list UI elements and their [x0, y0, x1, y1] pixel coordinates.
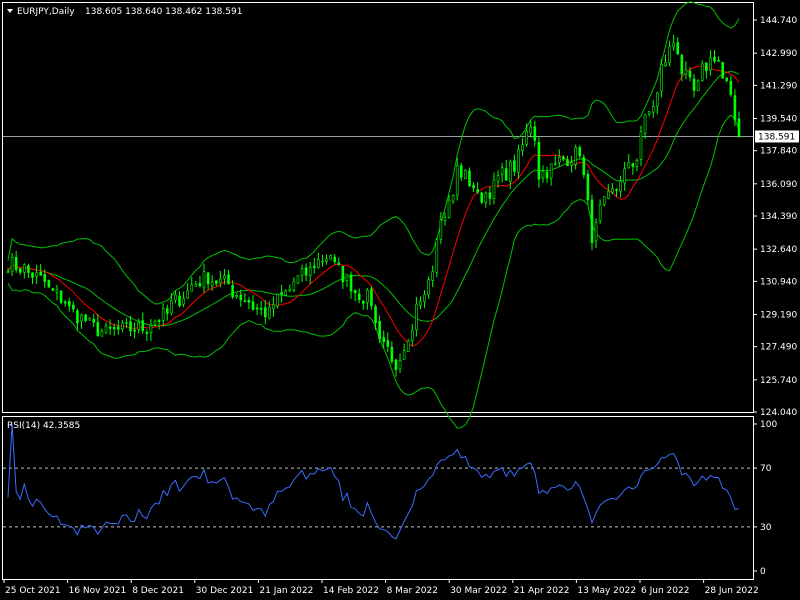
price-tick-label: 132.640: [760, 245, 797, 255]
candle: [721, 61, 724, 79]
rsi-panel-frame: [2, 416, 754, 580]
current-price-label: 138.591: [758, 132, 795, 142]
time-tick-label: 25 Oct 2021: [5, 586, 61, 596]
time-tick-label: 28 Jun 2022: [705, 586, 759, 596]
time-tick-label: 13 May 2022: [577, 586, 636, 596]
price-tick-label: 129.190: [760, 310, 797, 320]
rsi-tick-label: 100: [760, 420, 777, 430]
price-tick-label: 141.290: [760, 81, 797, 91]
time-tick-label: 6 Jun 2022: [641, 586, 689, 596]
ohlc-readout: 138.605 138.640 138.462 138.591: [85, 7, 242, 17]
time-tick-label: 30 Dec 2021: [196, 586, 254, 596]
main-panel-frame: [2, 2, 754, 413]
candle: [47, 279, 51, 289]
candle: [582, 154, 586, 179]
price-tick-label: 139.540: [760, 115, 797, 125]
rsi-tick-label: 30: [760, 523, 772, 533]
time-tick-label: 8 Dec 2021: [132, 586, 184, 596]
chart-canvas[interactable]: EURJPY,Daily 138.605 138.640 138.462 138…: [0, 0, 800, 600]
rsi-tick-label: 70: [760, 464, 772, 474]
time-tick-label: 21 Jan 2022: [259, 586, 313, 596]
candle: [329, 254, 332, 260]
candle: [276, 293, 279, 309]
rsi-label: RSI(14) 42.3585: [7, 421, 80, 431]
candle: [296, 275, 300, 284]
candle: [480, 191, 484, 205]
price-axis: 124.040 125.740 127.490 129.190 130.940 132.6…: [753, 16, 799, 418]
time-tick-label: 8 Mar 2022: [387, 586, 438, 596]
price-tick-label: 127.490: [760, 343, 797, 353]
time-axis: 25 Oct 2021 16 Nov 2021 8 Dec 2021 30 Dec 2…: [3, 579, 759, 596]
time-tick-label: 14 Feb 2022: [323, 586, 379, 596]
candle: [464, 169, 467, 180]
price-tick-label: 144.740: [760, 16, 797, 26]
candle: [696, 79, 700, 92]
price-tick-label: 136.090: [760, 180, 797, 190]
time-tick-label: 21 Apr 2022: [514, 586, 570, 596]
price-tick-label: 134.390: [760, 212, 797, 222]
price-tick-label: 142.990: [760, 49, 797, 59]
time-tick-label: 30 Mar 2022: [450, 586, 507, 596]
candle: [406, 339, 410, 352]
candle: [590, 194, 594, 251]
price-tick-label: 130.940: [760, 277, 797, 287]
candle: [586, 169, 590, 205]
price-tick-label: 124.040: [760, 408, 797, 418]
candle: [59, 289, 63, 305]
symbol-label: EURJPY,Daily: [17, 7, 75, 17]
candle: [435, 237, 439, 278]
time-tick-label: 16 Nov 2021: [69, 586, 127, 596]
price-tick-label: 125.740: [760, 376, 797, 386]
rsi-tick-label: 0: [760, 567, 766, 577]
rsi-axis: 0 30 70 100: [753, 420, 777, 577]
price-tick-label: 137.840: [760, 147, 797, 157]
